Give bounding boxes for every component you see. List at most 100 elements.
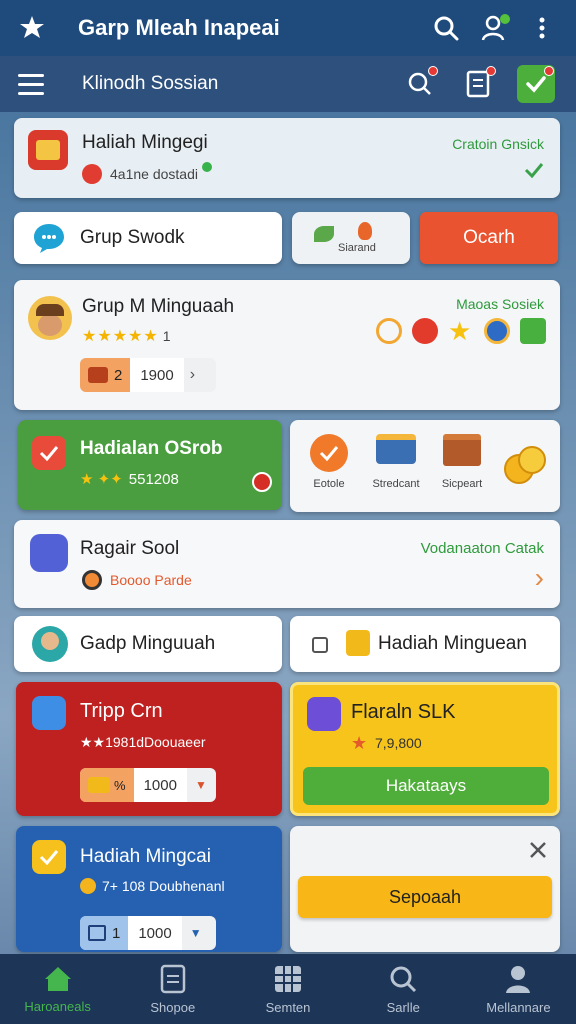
card-title: Haliah Mingegi (82, 132, 208, 153)
shop-icon (160, 964, 186, 993)
close-icon[interactable] (528, 840, 548, 860)
card-subtitle: ★★1981dDoouaeer (80, 734, 206, 750)
card-title: Hadiah Mingcai (80, 846, 211, 867)
heart-badge-icon (412, 318, 438, 344)
card-title: Grup M Minguaah (82, 296, 235, 317)
rating-stars: ★★★★★ 1 (82, 328, 171, 345)
treasure-icon (346, 630, 370, 656)
crate-icon (443, 434, 481, 466)
nav-home[interactable]: Haroaneals (0, 954, 115, 1024)
standard-chip[interactable]: Siarand (292, 212, 410, 264)
chest-icon (88, 367, 108, 383)
alert-dot (486, 66, 496, 76)
reward-items-card: Eotole Stredcant Sicpeart (290, 420, 560, 512)
check-board-icon[interactable] (514, 62, 558, 106)
inventory-pill[interactable]: 1 1000 ▼ (80, 916, 216, 950)
inventory-pill[interactable]: % 1000 ▼ (80, 768, 216, 802)
badge-icon (82, 570, 102, 590)
profile-icon (506, 965, 531, 993)
coin-icon (80, 878, 96, 894)
inventory-pill[interactable]: 2 1900 › (80, 358, 216, 392)
alert-dot (544, 66, 554, 76)
card-subtitle: Boooo Parde (110, 572, 192, 588)
card-title: Tripp Crn (80, 700, 163, 722)
search-button[interactable]: Ocarh (420, 212, 558, 264)
status-dot-icon (202, 162, 212, 172)
chevron-right-icon: › (189, 366, 196, 383)
checkbox-icon[interactable] (312, 637, 328, 653)
search-notification-icon[interactable] (398, 62, 442, 106)
message-card[interactable]: Ragair Sool Boooo Parde Vodanaaton Catak… (14, 520, 560, 608)
special-button[interactable]: Sepoaah (298, 876, 552, 918)
app-title: Garp Mleah Inapeai (78, 15, 280, 40)
nav-grid[interactable]: Semten (230, 954, 345, 1024)
reward-icons: ★ (376, 318, 546, 344)
special-card[interactable]: Sepoaah (290, 826, 560, 952)
item-standard[interactable]: Stredcant (366, 434, 426, 490)
hamburger-menu-icon[interactable] (18, 66, 54, 102)
card-title: Flaraln SLK (351, 701, 456, 723)
item-complete[interactable]: Eotole (304, 434, 354, 490)
gift-box-icon (28, 130, 68, 170)
group-chip-2[interactable]: Gadp Minguuah (14, 616, 282, 672)
avatar (32, 626, 68, 662)
top-bar: Garp Mleah Inapeai (0, 0, 576, 56)
orange-check-icon (310, 434, 348, 472)
home-icon (44, 966, 71, 991)
alert-dot (428, 66, 438, 76)
reward-green-card[interactable]: Hadialan OSrob ★ ✦✦ 551208 (18, 420, 282, 510)
coins-icon (504, 444, 546, 484)
reward-chip[interactable]: Hadiah Minguean (290, 616, 560, 672)
record-button-icon[interactable] (252, 472, 272, 492)
group-chip[interactable]: Grup Swodk (14, 212, 282, 264)
app-badge-icon (307, 697, 341, 731)
gear-badge-icon (484, 318, 510, 344)
claim-button[interactable]: Hakataays (303, 767, 549, 805)
chip-middle-label: Siarand (338, 242, 376, 254)
user-icon[interactable] (474, 8, 514, 48)
gift-card-1[interactable]: Haliah Mingegi 4a1ne dostadi Cratoin Gns… (14, 118, 560, 198)
online-badge (500, 14, 510, 24)
nav-search[interactable]: Sarlle (346, 954, 461, 1024)
card-right-label: Vodanaaton Catak (420, 540, 544, 557)
check-box-icon (32, 840, 66, 874)
card-title: Ragair Sool (80, 538, 180, 559)
more-vertical-icon[interactable] (522, 8, 562, 48)
item-special[interactable]: Sicpeart (434, 434, 490, 490)
globe-icon (376, 318, 402, 344)
leaf-icon (314, 226, 334, 242)
nav-shop[interactable]: Shopoe (115, 954, 230, 1024)
card-subtitle: 4a1ne dostadi (110, 166, 198, 182)
avatar (28, 296, 72, 340)
app-chat-icon (30, 534, 68, 572)
star-icon: ★ (351, 733, 368, 753)
search-icon (390, 966, 417, 992)
check-icon (524, 162, 544, 183)
sub-nav-bar: Klinodh Sossian (0, 56, 576, 112)
badge-icon (82, 164, 102, 184)
card-right-label: Cratoin Gnsick (452, 136, 544, 152)
search-icon[interactable] (426, 8, 466, 48)
check-box-icon (32, 436, 66, 470)
nav-subtitle: Klinodh Sossian (82, 73, 219, 94)
card-subtitle: 7+ 108 Doubhenanl (102, 878, 225, 894)
bottom-navigation: Haroaneals Shopoe Semten Sarlle Mellanna… (0, 954, 576, 1024)
flash-card[interactable]: Flaraln SLK ★ 7,9,800 Hakataays (290, 682, 560, 816)
card-title: Hadialan OSrob (80, 438, 223, 459)
trip-card[interactable]: Tripp Crn ★★1981dDoouaeer % 1000 ▼ (16, 682, 282, 816)
chevron-down-icon: ▼ (189, 926, 202, 940)
check-badge-icon (520, 318, 546, 344)
star-badge-icon: ★ (448, 316, 472, 346)
flame-icon (358, 222, 372, 240)
nav-profile[interactable]: Mellannare (461, 954, 576, 1024)
chip-label: Grup Swodk (80, 227, 185, 248)
chevron-right-icon[interactable]: › (535, 564, 544, 592)
document-notification-icon[interactable] (456, 62, 500, 106)
chevron-down-icon: ▼ (194, 778, 207, 792)
daily-card[interactable]: Hadiah Mingcai 7+ 108 Doubhenanl 1 1000 … (16, 826, 282, 952)
grid-icon (275, 965, 301, 992)
calendar-icon (88, 925, 106, 941)
app-logo-icon[interactable] (14, 10, 50, 46)
group-card[interactable]: Grup M Minguaah ★★★★★ 1 Maoas Sosiek ★ 2… (14, 280, 560, 410)
card-subtitle: 7,9,800 (375, 735, 422, 751)
